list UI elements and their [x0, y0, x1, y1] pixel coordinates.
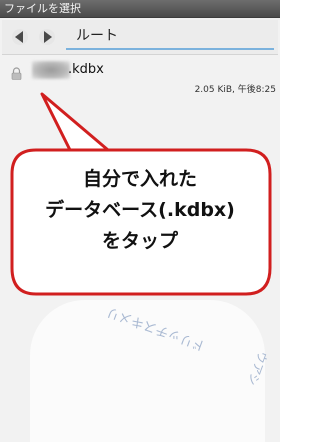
- callout-text: 自分で入れた データベース(.kdbx) をタップ: [14, 164, 266, 257]
- file-picker-window: ファイルを選択 ルート .kdbx 2.05 KiB, 午後8:25 ドリッチス…: [0, 0, 280, 442]
- callout-line-2: データベース(.kdbx): [45, 199, 235, 221]
- callout-line-3: をタップ: [101, 230, 178, 252]
- callout-line-1: 自分で入れた: [82, 168, 197, 190]
